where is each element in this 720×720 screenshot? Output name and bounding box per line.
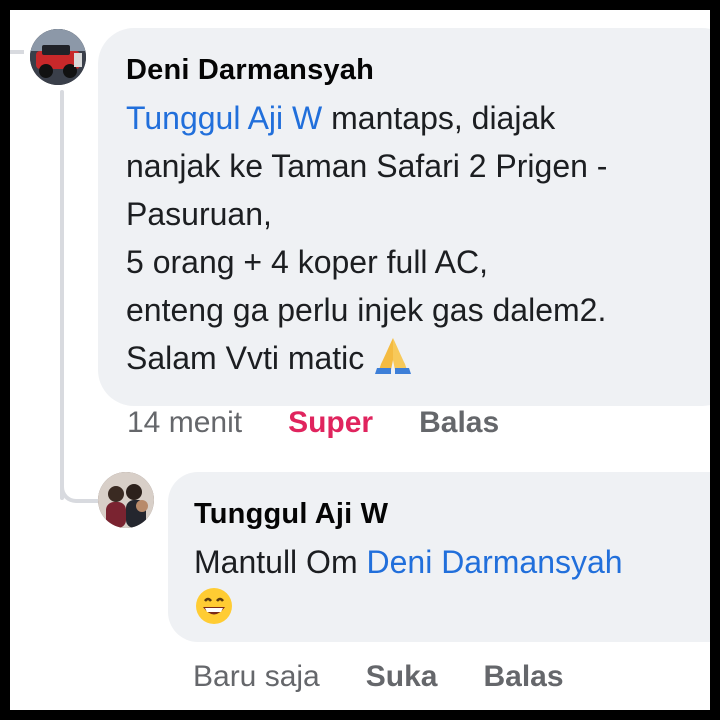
comment-line: Salam Vvti matic	[126, 340, 365, 376]
avatar-photo-car	[30, 29, 86, 85]
avatar-photo-group	[98, 472, 154, 528]
mention-link[interactable]: Tunggul Aji W	[126, 100, 322, 136]
comment-timestamp[interactable]: 14 menit	[127, 406, 242, 440]
reply-text: Mantull Om Deni Darmansyah	[194, 538, 710, 639]
comment-line: enteng ga perlu injek gas dalem2.	[126, 292, 607, 328]
like-button[interactable]: Suka	[366, 660, 438, 694]
avatar[interactable]	[30, 29, 86, 85]
reply-timestamp[interactable]: Baru saja	[193, 660, 320, 694]
reply-text-start: Mantull Om	[194, 544, 367, 580]
comment-actions: 14 menit Super Balas	[127, 406, 545, 440]
thread-connector-line	[60, 90, 64, 500]
reply-bubble: Tunggul Aji W Mantull Om Deni Darmansyah	[168, 472, 710, 642]
reply-button[interactable]: Balas	[419, 406, 499, 440]
reply-avatar[interactable]	[98, 472, 154, 528]
mention-link[interactable]: Deni Darmansyah	[366, 544, 622, 580]
grinning-face-emoji-icon	[194, 586, 234, 639]
folded-hands-emoji-icon	[373, 334, 413, 387]
reply-button[interactable]: Balas	[483, 660, 563, 694]
comment-author[interactable]: Deni Darmansyah	[126, 52, 710, 88]
comment-bubble: Deni Darmansyah Tunggul Aji W mantaps, d…	[98, 28, 710, 406]
reply-actions: Baru saja Suka Balas	[193, 660, 610, 694]
comment-thread: Deni Darmansyah Tunggul Aji W mantaps, d…	[10, 10, 710, 710]
reply-author[interactable]: Tunggul Aji W	[194, 496, 710, 532]
comment-text: Tunggul Aji W mantaps, diajak nanjak ke …	[126, 94, 710, 387]
super-reaction-button[interactable]: Super	[288, 406, 373, 440]
comment-line: Pasuruan,	[126, 196, 272, 232]
comment-line: 5 orang + 4 koper full AC,	[126, 244, 488, 280]
comment-line: nanjak ke Taman Safari 2 Prigen -	[126, 148, 608, 184]
comment-text-start: mantaps, diajak	[322, 100, 556, 136]
thread-connector-stub	[10, 50, 24, 54]
